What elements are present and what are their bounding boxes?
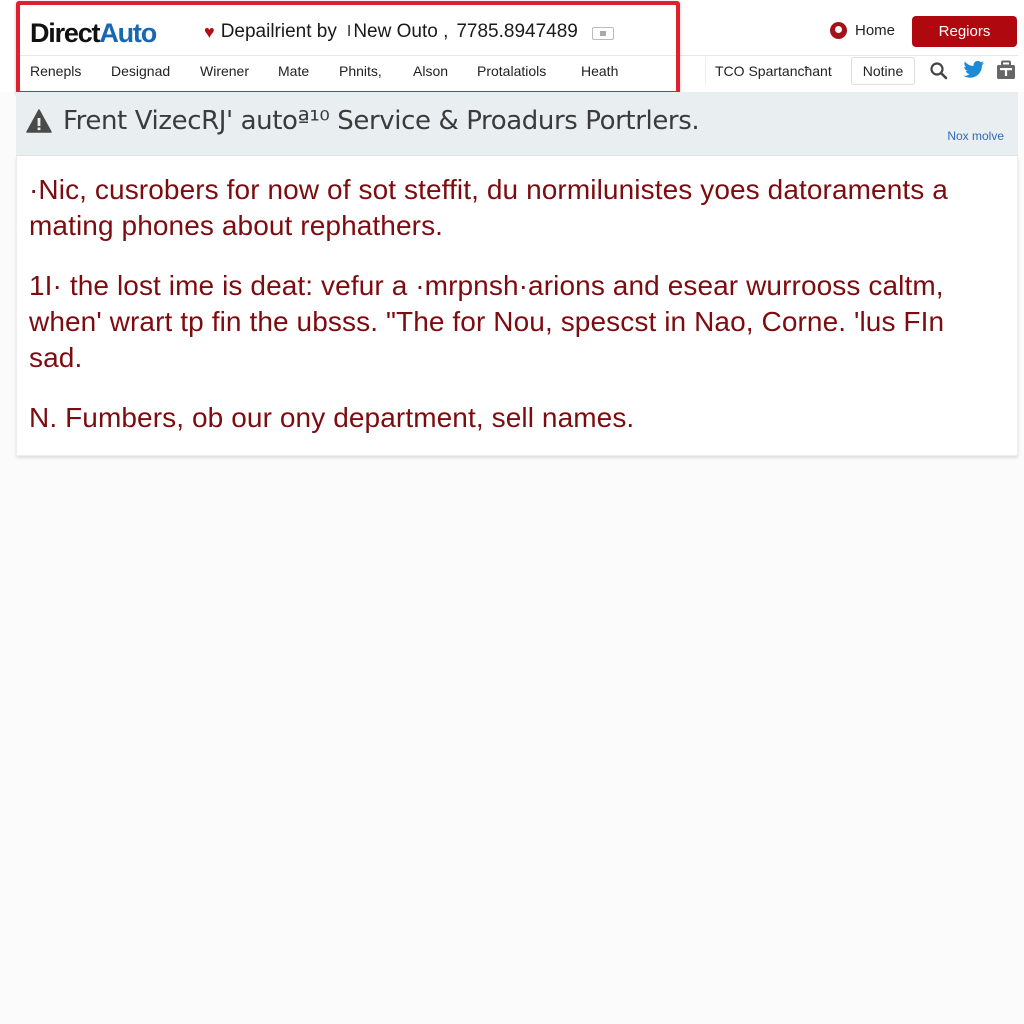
main-nav: Renepls Designad Wirener Mate Phnits, Al… — [30, 63, 646, 83]
content-card: ·Nic, cusrobers for now of sot steffit, … — [16, 156, 1018, 456]
nav-item[interactable]: Renepls — [30, 63, 83, 83]
heart-icon: ♥ — [204, 21, 215, 42]
twitter-icon[interactable] — [963, 60, 985, 80]
logo-part-direct: Direct — [30, 18, 101, 48]
header-tagline: ♥ Depailrient by I New Outo , 7785.89474… — [204, 20, 614, 44]
home-link-label: Home — [855, 22, 896, 39]
banner-more-link[interactable]: Nox molve — [947, 129, 1004, 143]
phone-number[interactable]: 7785.8947489 — [456, 21, 578, 43]
content-paragraph: ·Nic, cusrobers for now of sot steffit, … — [29, 174, 948, 241]
tagline-separator: I — [346, 23, 352, 40]
nav-item[interactable]: Phnits, — [339, 63, 385, 83]
nav-item[interactable]: Wirener — [200, 63, 250, 83]
content-paragraph: N. Fumbers, ob our ony department, sell … — [29, 402, 635, 433]
home-link[interactable]: Home — [830, 22, 895, 39]
regions-button[interactable]: Regiors — [912, 16, 1017, 47]
briefcase-icon[interactable] — [996, 60, 1016, 80]
notine-button[interactable]: Notine — [851, 57, 915, 85]
banner-title: Frent VizecRJ' autoª¹⁰ Service & Proadur… — [63, 106, 700, 136]
logo-part-auto: Auto — [99, 18, 157, 48]
tagline-text: Depailrient by — [220, 21, 337, 42]
warning-icon — [26, 109, 52, 133]
notice-banner: Frent VizecRJ' autoª¹⁰ Service & Proadur… — [16, 92, 1018, 156]
content-paragraph: 1I· the lost ime is deat: vefur a ·mrpns… — [29, 270, 945, 373]
chat-icon[interactable] — [591, 26, 614, 40]
nav-item[interactable]: Mate — [278, 63, 311, 83]
nav-item[interactable]: Designad — [111, 63, 172, 83]
search-icon[interactable] — [929, 61, 949, 81]
nav-item[interactable]: Alson — [413, 63, 449, 83]
nav-item[interactable]: Heath — [581, 63, 618, 83]
tagline-location: New Outo , — [353, 21, 449, 42]
location-pin-icon — [830, 22, 847, 39]
tco-link[interactable]: TCO Spartancħant — [705, 57, 841, 85]
header-divider — [18, 55, 1018, 56]
logo[interactable]: DirectAuto — [30, 16, 157, 50]
nav-item[interactable]: Protalatiols — [477, 63, 553, 83]
